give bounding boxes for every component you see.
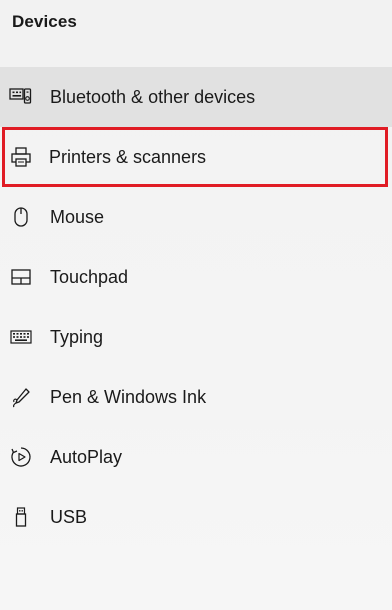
bluetooth-devices-icon	[8, 84, 34, 110]
nav-item-label: Pen & Windows Ink	[50, 386, 207, 407]
touchpad-icon	[8, 264, 34, 290]
nav-item-label: Bluetooth & other devices	[50, 86, 256, 107]
nav-item-label: Printers & scanners	[49, 146, 207, 167]
nav-item-pen-windows-ink[interactable]: Pen & Windows Ink	[0, 367, 392, 427]
autoplay-icon	[8, 444, 34, 470]
settings-devices-pane: Devices Bluetooth & other devices Printe…	[0, 0, 392, 610]
keyboard-icon	[8, 324, 34, 350]
nav-item-label: AutoPlay	[50, 446, 123, 467]
usb-icon	[8, 504, 34, 530]
pen-icon	[8, 384, 34, 410]
nav-item-bluetooth-other-devices[interactable]: Bluetooth & other devices	[0, 67, 392, 127]
nav-item-label: USB	[50, 506, 88, 527]
nav-item-mouse[interactable]: Mouse	[0, 187, 392, 247]
nav-item-label: Touchpad	[50, 266, 129, 287]
nav-item-autoplay[interactable]: AutoPlay	[0, 427, 392, 487]
printer-icon	[8, 144, 34, 170]
nav-item-label: Typing	[50, 326, 104, 347]
section-title: Devices	[12, 12, 77, 31]
devices-nav-list: Bluetooth & other devices Printers & sca…	[0, 67, 392, 547]
nav-item-typing[interactable]: Typing	[0, 307, 392, 367]
nav-item-usb[interactable]: USB	[0, 487, 392, 547]
nav-item-label: Mouse	[50, 206, 105, 227]
mouse-icon	[8, 204, 34, 230]
nav-item-printers-scanners[interactable]: Printers & scanners	[2, 127, 388, 187]
nav-item-touchpad[interactable]: Touchpad	[0, 247, 392, 307]
